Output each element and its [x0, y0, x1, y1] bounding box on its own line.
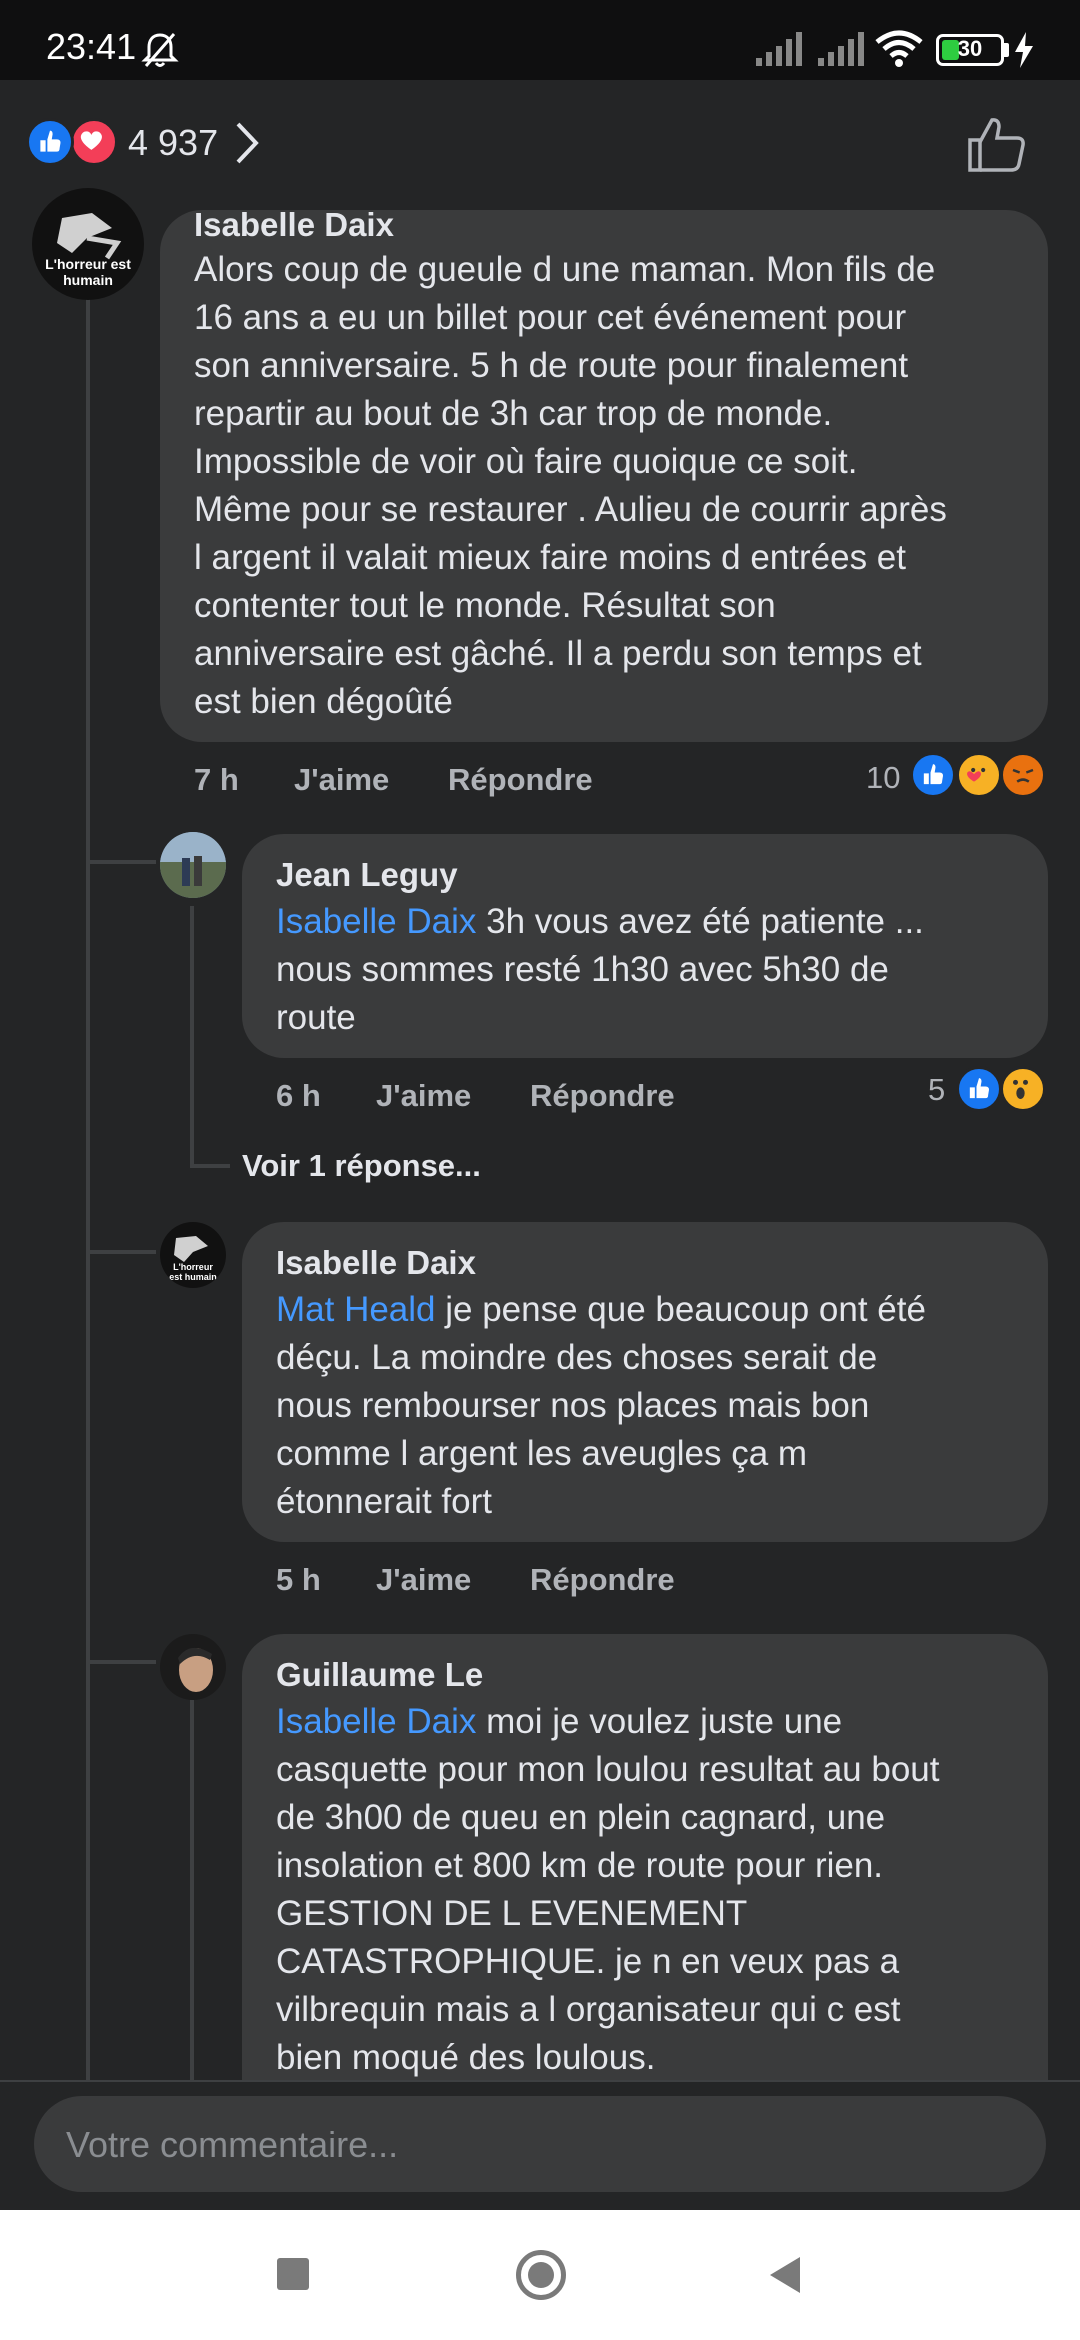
recents-button[interactable]: [277, 2258, 309, 2290]
comment-reaction-count[interactable]: 5: [928, 1072, 945, 1108]
thread-connector: [190, 1164, 230, 1168]
comment-input-placeholder: Votre commentaire...: [66, 2124, 399, 2165]
comment-line: est bien dégoûté: [194, 682, 453, 721]
signal-icon-2: [818, 32, 864, 66]
comment-time: 5 h: [276, 1562, 321, 1597]
chevron-right-icon[interactable]: [232, 120, 262, 166]
mention-link[interactable]: Mat Heald: [276, 1290, 436, 1329]
bell-muted-icon: [141, 33, 179, 67]
comment-text: Isabelle Daix moi je voulez juste une ca…: [276, 1698, 1036, 2082]
comment-time: 7 h: [194, 762, 239, 797]
comment-line: déçu. La moindre des choses serait de: [276, 1338, 878, 1377]
avatar[interactable]: L'horreur est humain: [32, 188, 144, 300]
reply-button[interactable]: Répondre: [530, 1078, 675, 1114]
comment-line: l argent il valait mieux faire moins d e…: [194, 538, 906, 577]
comment-reaction-count[interactable]: 10: [866, 760, 900, 796]
status-time: 23:41: [46, 26, 137, 67]
comment-line: CATASTROPHIQUE. je n en veux pas a: [276, 1942, 900, 1981]
reply-button[interactable]: Répondre: [530, 1562, 675, 1598]
comment-line: vilbrequin mais a l organisateur qui c e…: [276, 1990, 901, 2029]
avatar[interactable]: [160, 1634, 226, 1700]
battery-tip: [1004, 43, 1009, 57]
comment-line: son anniversaire. 5 h de route pour fina…: [194, 346, 909, 385]
like-post-button[interactable]: [966, 116, 1028, 174]
comment-line: bien moqué des loulous.: [276, 2038, 656, 2077]
like-icon: [910, 752, 956, 798]
home-button-inner: [528, 2262, 554, 2288]
thread-line-reply: [190, 1700, 194, 2080]
comment-line: Alors coup de gueule d une maman. Mon fi…: [194, 250, 936, 289]
mention-link[interactable]: Isabelle Daix: [276, 902, 476, 941]
comment-line: Isabelle Daix 3h vous avez été patiente …: [276, 902, 924, 941]
angry-icon: [1000, 752, 1046, 798]
avatar[interactable]: [160, 832, 226, 898]
love-reaction-icon: [70, 118, 118, 166]
comment-line: Même pour se restaurer . Aulieu de courr…: [194, 490, 947, 529]
avatar[interactable]: L'horreur est humain: [160, 1222, 226, 1288]
thread-line-main: [86, 298, 90, 2080]
like-reaction-icon: [26, 118, 74, 166]
like-icon: [956, 1066, 1002, 1112]
comment-line: Mat Heald je pense que beaucoup ont été: [276, 1290, 926, 1329]
comment-line: contenter tout le monde. Résultat son: [194, 586, 776, 625]
status-bar: 23:41 30: [0, 0, 1080, 80]
thread-connector: [86, 860, 156, 864]
reactions-header: 4 937: [0, 80, 1080, 210]
like-comment-button[interactable]: J'aime: [294, 762, 389, 798]
comment-line: GESTION DE L EVENEMENT: [276, 1894, 748, 1933]
comment-line: repartir au bout de 3h car trop de monde…: [194, 394, 833, 433]
back-button[interactable]: [766, 2255, 802, 2295]
comment-line: 16 ans a eu un billet pour cet événement…: [194, 298, 907, 337]
battery-icon: 30: [936, 34, 1004, 66]
avatar-image: [160, 832, 226, 898]
avatar-image: [178, 1647, 213, 1692]
comment-author[interactable]: Guillaume Le: [276, 1656, 483, 1694]
charging-icon: [1015, 32, 1033, 68]
reply-button[interactable]: Répondre: [448, 762, 593, 798]
comment-line: nous sommes resté 1h30 avec 5h30 de: [276, 950, 889, 989]
comment-line: anniversaire est gâché. Il a perdu son t…: [194, 634, 922, 673]
like-comment-button[interactable]: J'aime: [376, 1078, 471, 1114]
view-more-replies[interactable]: Voir 1 réponse...: [242, 1148, 481, 1184]
battery-percent: 30: [957, 36, 983, 61]
thread-connector: [86, 1660, 156, 1664]
wifi-icon: [875, 30, 923, 67]
comment-author[interactable]: Jean Leguy: [276, 856, 458, 894]
comment-author[interactable]: Isabelle Daix: [194, 206, 394, 244]
comment-line: de 3h00 de queu en plein cagnard, une: [276, 1798, 886, 1837]
reaction-count[interactable]: 4 937: [128, 122, 218, 164]
thread-line-reply: [190, 906, 194, 1166]
comment-text: Mat Heald je pense que beaucoup ont été …: [276, 1286, 1036, 1526]
comment-time: 6 h: [276, 1078, 321, 1113]
like-comment-button[interactable]: J'aime: [376, 1562, 471, 1598]
comment-line: route: [276, 998, 356, 1037]
avatar-caption: L'horreur est humain: [169, 1262, 217, 1282]
avatar-caption: L'horreur est humain: [45, 256, 131, 288]
comment-author[interactable]: Isabelle Daix: [276, 1244, 476, 1282]
comment-line: casquette pour mon loulou resultat au bo…: [276, 1750, 940, 1789]
comment-text: Isabelle Daix 3h vous avez été patiente …: [276, 898, 1036, 1042]
wow-icon: [1000, 1066, 1046, 1112]
comment-line: comme l argent les aveugles ça m: [276, 1434, 808, 1473]
comment-line: insolation et 800 km de route pour rien.: [276, 1846, 884, 1885]
care-icon: [956, 752, 1002, 798]
mention-link[interactable]: Isabelle Daix: [276, 1702, 476, 1741]
thread-connector: [86, 1250, 156, 1254]
comment-line: Impossible de voir où faire quoique ce s…: [194, 442, 858, 481]
comment-line: Isabelle Daix moi je voulez juste une: [276, 1702, 843, 1741]
comment-line: étonnerait fort: [276, 1482, 492, 1521]
signal-icon: [756, 32, 802, 66]
comment-text: Alors coup de gueule d une maman. Mon fi…: [194, 246, 1034, 726]
comment-line: nous rembourser nos places mais bon: [276, 1386, 870, 1425]
